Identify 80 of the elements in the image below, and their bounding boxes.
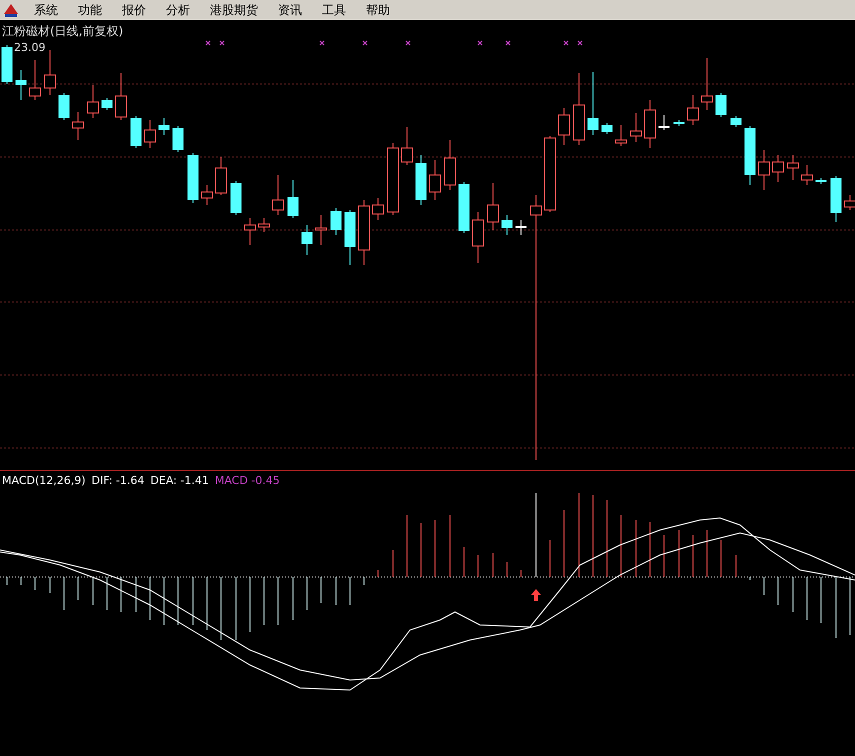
candlestick xyxy=(288,180,298,218)
menu-item[interactable]: 功能 xyxy=(68,0,112,20)
candlestick xyxy=(472,212,484,264)
candlestick xyxy=(801,164,813,186)
menu-item[interactable]: 分析 xyxy=(156,0,200,20)
logo-icon xyxy=(2,2,20,18)
candlestick xyxy=(502,214,512,236)
cross-marker-icon xyxy=(577,40,583,46)
candlestick xyxy=(258,218,270,232)
candlestick xyxy=(787,154,799,180)
candlestick xyxy=(272,174,284,216)
cross-marker-icon xyxy=(362,40,368,46)
indicator-value: MACD -0.45 xyxy=(214,474,280,487)
candlestick xyxy=(730,116,742,128)
candlestick xyxy=(115,72,127,120)
up-arrow-icon xyxy=(531,589,541,601)
candlestick xyxy=(144,120,156,148)
cross-marker-icon xyxy=(319,40,325,46)
candlestick xyxy=(716,92,726,118)
candlestick xyxy=(87,84,99,118)
menu-item[interactable]: 报价 xyxy=(112,0,156,20)
candlestick xyxy=(72,112,84,140)
candlestick xyxy=(588,72,598,136)
cross-marker-icon xyxy=(219,40,225,46)
candlestick xyxy=(29,60,41,100)
candlestick xyxy=(16,70,26,100)
candlestick xyxy=(358,200,370,266)
candlestick xyxy=(58,92,70,120)
price-label: 23.09 xyxy=(14,41,46,54)
candlestick xyxy=(416,154,426,206)
cross-marker-icon xyxy=(405,40,411,46)
candlestick xyxy=(830,176,842,222)
menu-item[interactable]: 资讯 xyxy=(268,0,312,20)
candlestick xyxy=(130,116,142,148)
candlestick xyxy=(2,44,12,84)
indicator-value: DEA: -1.41 xyxy=(150,474,209,487)
cross-marker-icon xyxy=(563,40,569,46)
candlestick xyxy=(401,126,413,166)
menu-item[interactable]: 港股期货 xyxy=(200,0,268,20)
indicator-value: MACD(12,26,9) xyxy=(2,474,86,487)
candlestick xyxy=(344,210,356,266)
chart-title: 江粉磁材(日线,前复权) xyxy=(2,23,124,40)
menu-item[interactable]: 工具 xyxy=(312,0,356,20)
candlestick xyxy=(230,180,242,216)
candlestick xyxy=(201,184,213,206)
candlestick xyxy=(244,218,256,246)
cross-marker-icon xyxy=(505,40,511,46)
candlestick xyxy=(458,182,470,234)
candlestick xyxy=(744,126,756,186)
candlestick xyxy=(302,224,312,256)
candlestick xyxy=(315,214,327,246)
candlestick xyxy=(758,150,770,190)
candlestick xyxy=(444,140,456,190)
candlestick xyxy=(44,50,56,96)
menu-item[interactable]: 帮助 xyxy=(356,0,400,20)
candlestick xyxy=(644,100,656,148)
cross-marker-icon xyxy=(205,40,211,46)
candlestick xyxy=(602,122,612,134)
candlestick xyxy=(372,198,384,220)
menu-item[interactable]: 系统 xyxy=(24,0,68,20)
candlestick xyxy=(429,160,441,200)
candlestick xyxy=(158,118,170,136)
candlestick xyxy=(487,182,499,230)
candlestick xyxy=(102,98,112,110)
candlestick xyxy=(188,152,198,204)
candlestick xyxy=(816,178,826,184)
indicator-value: DIF: -1.64 xyxy=(92,474,144,487)
candlestick xyxy=(330,208,342,236)
candlestick xyxy=(701,58,713,110)
candlestick xyxy=(172,126,184,152)
cross-marker-icon xyxy=(477,40,483,46)
candlestick xyxy=(516,220,526,236)
candlestick xyxy=(674,120,684,126)
candlestick xyxy=(658,114,670,130)
candlestick xyxy=(630,112,642,142)
candlestick xyxy=(772,154,784,182)
candlestick xyxy=(558,108,570,146)
candlestick xyxy=(215,156,227,196)
candlestick xyxy=(687,94,699,126)
candlestick xyxy=(615,124,627,146)
